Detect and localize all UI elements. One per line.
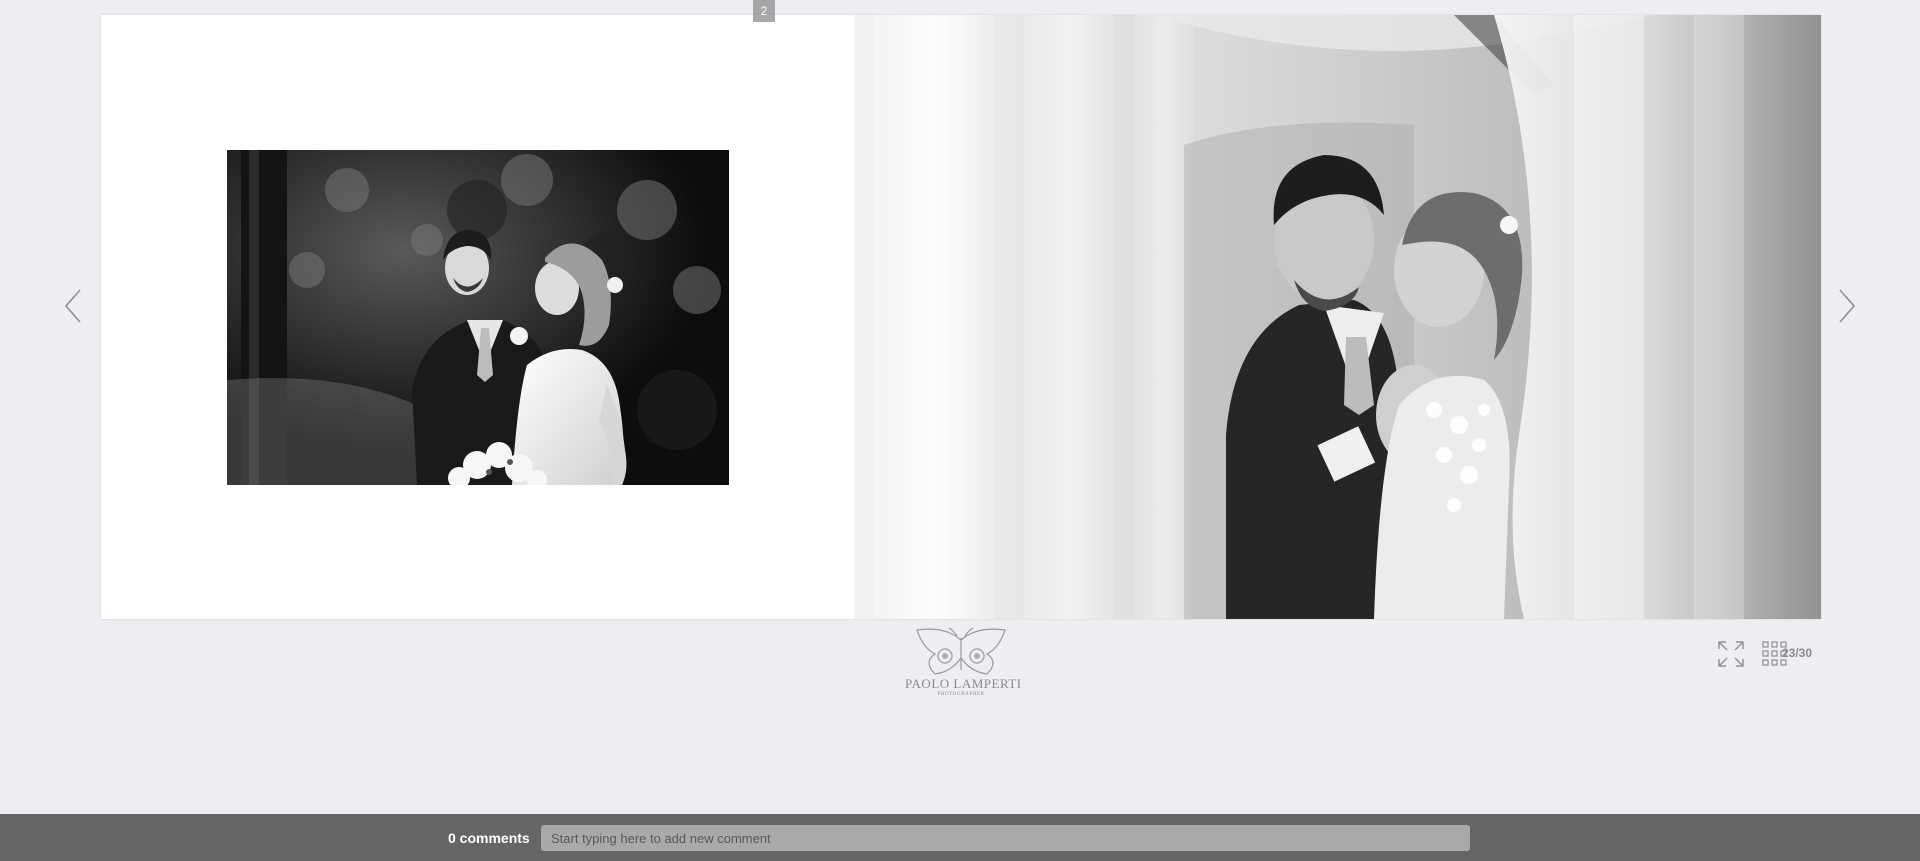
album-viewer: 2 PAOLO LAMPERTI PHOTOGRAPHER 23/30 0 co… [0,0,1920,861]
logo-subtitle: PHOTOGRAPHER [937,692,985,697]
logo-name: PAOLO LAMPERTI [905,676,1022,691]
couple-in-forest-photo [227,150,729,485]
right-page [854,15,1821,619]
comment-input[interactable] [541,825,1470,851]
prev-page-button[interactable] [62,286,86,326]
chevron-left-icon [64,289,81,323]
chevron-right-icon [1839,289,1856,323]
page-counter: 23/30 [1782,646,1813,660]
fullscreen-icon [1718,641,1744,667]
left-page [101,15,854,619]
butterfly-icon [916,627,1006,675]
page-number-badge: 2 [753,0,775,22]
couple-embrace-curtain-photo [854,15,1821,619]
comment-bar: 0 comments [0,814,1920,861]
fullscreen-button[interactable] [1717,640,1745,668]
photographer-logo: PAOLO LAMPERTI PHOTOGRAPHER [905,626,1022,702]
comment-count[interactable]: 0 comments [448,830,530,846]
next-page-button[interactable] [1834,286,1858,326]
album-spread[interactable] [101,15,1821,619]
